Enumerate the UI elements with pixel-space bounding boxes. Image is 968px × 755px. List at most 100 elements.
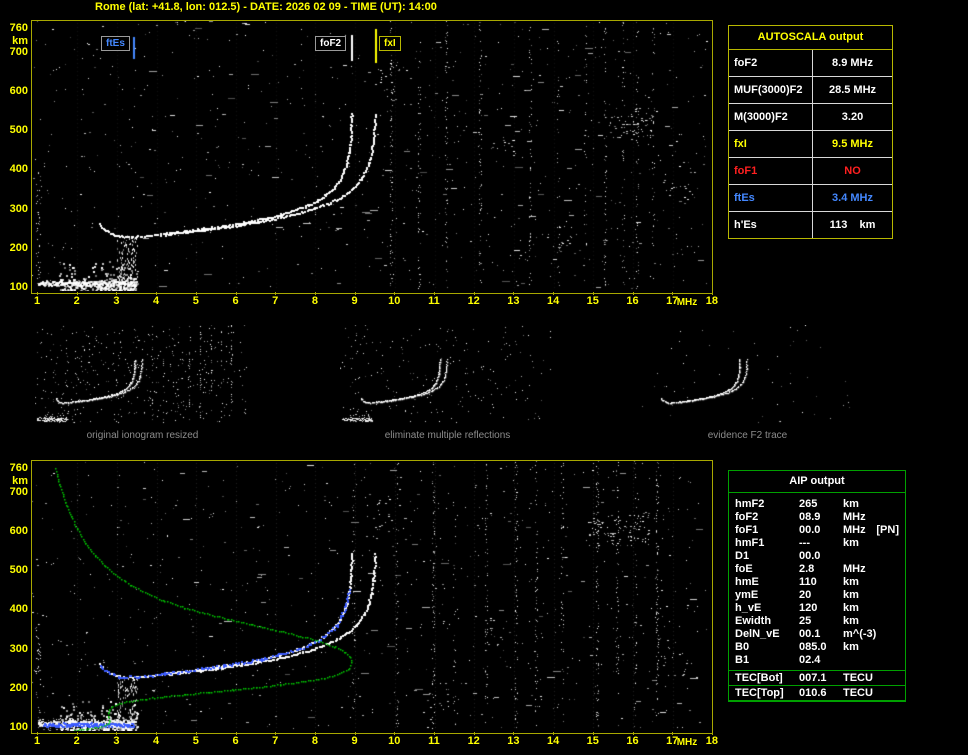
x-axis-label: 5 (192, 295, 199, 307)
aip-param-name: ymE (735, 589, 759, 601)
x-axis-label: 15 (586, 295, 599, 307)
aip-param-value: 00.0 (799, 524, 821, 536)
top-ionogram-canvas (32, 21, 710, 291)
x-axis-tick (434, 732, 435, 735)
thumbnail-caption-1: original ionogram resized (86, 430, 199, 441)
autoscala-output-table: AUTOSCALA output foF2 8.9 MHz MUF(3000)F2 2… (728, 25, 893, 239)
autoscala-table-rows: foF2 8.9 MHz MUF(3000)F2 28.5 MHz M(3000)F2 3… (729, 50, 892, 238)
aip-param-unit: km (843, 615, 859, 627)
autoscala-screen: Rome (lat: +41.8, lon: 012.5) - DATE: 20… (0, 0, 968, 755)
x-axis-label: 10 (388, 735, 401, 747)
aip-param-unit: km (843, 641, 859, 653)
x-axis-tick (711, 732, 713, 735)
aip-param-name: D1 (735, 550, 750, 562)
x-axis-tick (235, 292, 237, 295)
y-axis-label: 300 (9, 202, 28, 215)
aip-row-h_vE: h_vE 120 km (729, 602, 905, 615)
aip-row-foF1: foF1 00.0 MHz [PN] (729, 524, 905, 537)
y-axis-label: 100 (9, 280, 28, 293)
aip-param-unit: km (843, 498, 859, 510)
x-axis-label: 4 (153, 295, 160, 307)
aip-param-unit: TECU (843, 672, 873, 684)
aip-param-unit: km (843, 537, 859, 549)
aip-param-value: 02.4 (799, 654, 821, 666)
aip-row-D1: D1 00.0 (729, 550, 905, 563)
aip-param-unit: m^(-3) (843, 628, 877, 640)
y-axis-label: 100 (9, 720, 28, 733)
y-axis-label: 200 (9, 241, 28, 254)
aip-row-TEC[Top]: TEC[Top] 010.6 TECU (729, 686, 905, 701)
x-axis-label: 18 (705, 735, 719, 747)
x-axis-tick (632, 292, 634, 295)
aip-param-name: hmF1 (735, 537, 765, 549)
aip-param-value: 00.0 (799, 550, 821, 562)
autoscala-table-title: AUTOSCALA output (729, 26, 892, 50)
x-axis-label: 12 (467, 735, 480, 747)
x-axis-label: 3 (113, 295, 120, 307)
x-axis-tick (553, 292, 555, 295)
x-axis-tick (116, 732, 118, 735)
aip-param-value: 25 (799, 615, 812, 627)
y-axis-label: 600 (9, 524, 28, 537)
autoscala-row-ftEs: ftEs 3.4 MHz (729, 185, 892, 212)
x-axis-label: 11 (428, 735, 440, 747)
thumbnail-original-ionogram (35, 325, 250, 425)
aip-param-value: 2.8 (799, 563, 815, 575)
x-axis-label: 13 (507, 295, 520, 307)
aip-param-name: foE (735, 563, 753, 575)
autoscala-row-foF1: foF1 NO (729, 158, 892, 185)
x-axis-tick (195, 292, 197, 295)
aip-param-name: TEC[Bot] (735, 672, 783, 684)
aip-param-name: B1 (735, 654, 750, 666)
x-axis-tick (314, 732, 316, 735)
x-axis-tick (394, 732, 396, 735)
x-axis-label: 18 (705, 295, 719, 307)
autoscala-param-value: 9.5 MHz (832, 138, 873, 150)
x-axis-tick (314, 292, 316, 295)
autoscala-param-label: MUF(3000)F2 (729, 77, 813, 103)
autoscala-param-value: 113 km (829, 219, 876, 231)
y-axis-label: 300 (9, 642, 28, 655)
aip-param-unit: MHz (843, 524, 866, 536)
x-axis-label: 7 (272, 295, 279, 307)
page-title: Rome (lat: +41.8, lon: 012.5) - DATE: 20… (95, 1, 437, 13)
x-axis-tick (513, 732, 515, 735)
autoscala-param-label: h'Es (729, 212, 813, 238)
autoscala-param-value: 3.4 MHz (832, 192, 873, 204)
y-axis-label: 700 (9, 45, 28, 58)
aip-param-value: 20 (799, 589, 812, 601)
aip-param-unit: TECU (843, 687, 873, 699)
aip-row-Ewidth: Ewidth 25 km (729, 615, 905, 628)
x-axis-label: 11 (428, 295, 440, 307)
y-axis-label: 400 (9, 603, 28, 616)
aip-param-name: hmE (735, 576, 759, 588)
x-axis-label: 10 (388, 295, 401, 307)
autoscala-param-value: NO (844, 165, 861, 177)
x-axis-label: 13 (507, 735, 520, 747)
aip-table-title: AIP output (729, 471, 905, 493)
x-axis-label: 12 (467, 295, 480, 307)
aip-param-name: DelN_vE (735, 628, 780, 640)
aip-row-B0: B0 085.0 km (729, 641, 905, 654)
aip-param-unit: km (843, 576, 859, 588)
x-axis-label: 16 (626, 295, 639, 307)
x-axis-tick (275, 732, 277, 735)
aip-param-name: hmF2 (735, 498, 765, 510)
y-axis-label: 400 (9, 163, 28, 176)
aip-row-foF2: foF2 08.9 MHz (729, 511, 905, 524)
aip-param-value: --- (799, 537, 810, 549)
aip-row-foE: foE 2.8 MHz (729, 563, 905, 576)
x-axis-unit-label: MHz (676, 737, 698, 748)
thumbnail-caption-2: eliminate multiple reflections (384, 430, 511, 441)
x-axis-label: 9 (351, 295, 358, 307)
fxI-marker-label: fxI (379, 36, 401, 51)
aip-param-value: 120 (799, 602, 818, 614)
aip-param-unit: km (843, 602, 859, 614)
x-axis-tick (156, 292, 158, 295)
x-axis-tick (513, 292, 515, 295)
autoscala-row-h'Es: h'Es 113 km (729, 212, 892, 238)
autoscala-param-label: foF2 (729, 50, 813, 76)
thumbnail-caption-3: evidence F2 trace (707, 430, 788, 441)
aip-param-name: foF1 (735, 524, 759, 536)
x-axis-label: 7 (272, 735, 279, 747)
